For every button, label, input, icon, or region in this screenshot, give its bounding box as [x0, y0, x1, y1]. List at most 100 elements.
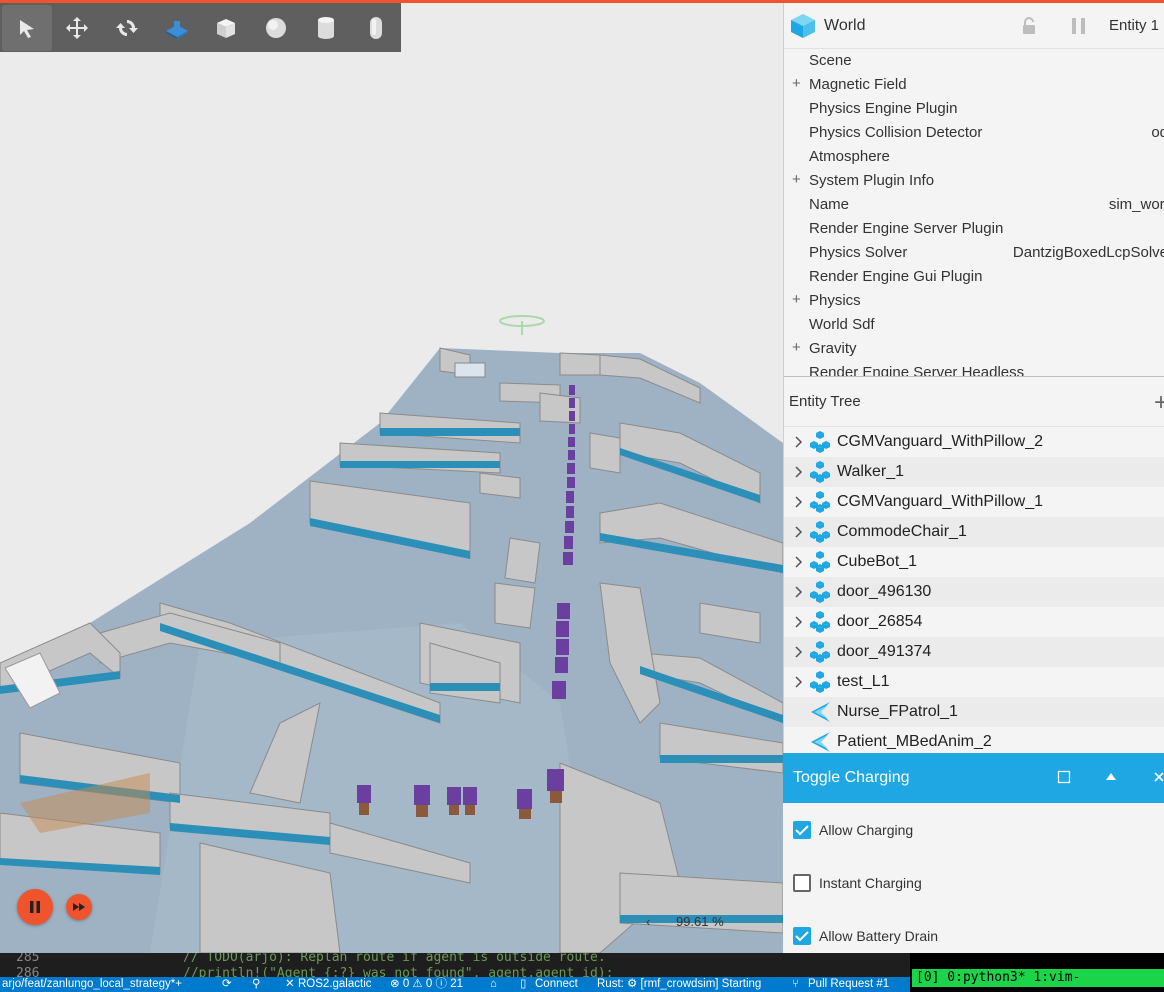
ros-close-icon[interactable]: ✕ — [285, 977, 295, 992]
model-icon — [808, 580, 832, 609]
chevron-right-icon[interactable] — [795, 465, 803, 483]
chevron-right-icon[interactable] — [795, 525, 803, 543]
expand-plus-icon[interactable]: + — [792, 339, 801, 356]
code-editor-strip: 285 // TODO(arjo): Replan route if agent… — [0, 953, 910, 977]
code-line: // TODO(arjo): Replan route if agent is … — [183, 953, 606, 965]
property-row[interactable]: Render Engine Server Plugin — [784, 217, 1164, 241]
rust-status[interactable]: Rust: ⚙ [rmf_crowdsim] Starting — [597, 977, 761, 992]
lock-open-icon[interactable] — [1022, 17, 1036, 35]
pull-request[interactable]: Pull Request #1 — [808, 977, 889, 992]
world-header: World Entity 1 — [784, 3, 1164, 49]
problems-count[interactable]: ⊗ 0 ⚠ 0 ⓘ 21 — [390, 977, 463, 992]
chevron-right-icon[interactable] — [795, 585, 803, 603]
ros-distro[interactable]: ROS2.galactic — [298, 977, 372, 992]
box-shape-button[interactable] — [202, 5, 252, 51]
property-row[interactable]: + System Plugin Info — [784, 169, 1164, 193]
model-icon — [808, 610, 832, 639]
property-row[interactable]: Atmosphere — [784, 145, 1164, 169]
property-row[interactable]: Name sim_worl — [784, 193, 1164, 217]
select-tool-button[interactable] — [2, 4, 52, 51]
home-icon[interactable]: ⌂ — [490, 977, 497, 992]
pull-request-icon[interactable]: ⑂ — [792, 977, 799, 992]
expand-plus-icon[interactable]: + — [792, 171, 801, 188]
git-branch[interactable]: arjo/feat/zanlungo_local_strategy*+ — [2, 977, 182, 992]
scene-render — [0, 315, 783, 953]
entity-tree-item[interactable]: Nurse_FPatrol_1 — [784, 697, 1164, 727]
property-row[interactable]: + Physics — [784, 289, 1164, 313]
chevron-right-icon[interactable] — [795, 555, 803, 573]
vscode-status-bar: arjo/feat/zanlungo_local_strategy*+ ⟳ ⚲ … — [0, 977, 910, 992]
chevron-right-icon[interactable] — [795, 615, 803, 633]
tmux-status-bar[interactable]: [0] 0:python3* 1:vim- — [912, 969, 1164, 987]
property-label: Physics Engine Plugin — [809, 100, 958, 117]
charging-option-label: Instant Charging — [819, 874, 922, 891]
property-row[interactable]: Physics Solver DantzigBoxedLcpSolve — [784, 241, 1164, 265]
sphere-shape-button[interactable] — [251, 5, 301, 51]
property-label: Gravity — [809, 340, 857, 357]
expand-plus-icon[interactable]: + — [792, 75, 801, 92]
playback-controls — [17, 889, 92, 925]
spawn-model-button[interactable] — [152, 5, 202, 51]
close-icon[interactable] — [1153, 770, 1164, 784]
entity-tree-item[interactable]: door_491374 — [784, 637, 1164, 667]
source-control-icon[interactable]: ⚲ — [252, 977, 260, 992]
property-row[interactable]: Render Engine Gui Plugin — [784, 265, 1164, 289]
world-title: World — [824, 16, 866, 34]
step-forward-button[interactable] — [66, 894, 92, 920]
property-row[interactable]: + Gravity — [784, 337, 1164, 361]
3d-viewport[interactable] — [0, 3, 783, 953]
chevron-right-icon[interactable] — [795, 435, 803, 453]
collapse-up-icon[interactable] — [1105, 770, 1117, 784]
checkbox-checked[interactable] — [793, 820, 811, 839]
translate-tool-button[interactable] — [52, 5, 102, 51]
capsule-shape-icon — [370, 16, 383, 39]
entity-tree-item[interactable]: CGMVanguard_WithPillow_2 — [784, 427, 1164, 457]
property-value: sim_worl — [1108, 196, 1164, 213]
property-label: Name — [809, 196, 850, 213]
charging-option-row[interactable]: Allow Charging — [783, 803, 1164, 856]
sync-icon[interactable]: ⟳ — [222, 977, 232, 992]
checkbox-checked[interactable] — [793, 926, 811, 945]
entity-tree-item[interactable]: door_26854 — [784, 607, 1164, 637]
add-entity-plus-icon[interactable]: + — [1154, 389, 1164, 417]
pause-button[interactable] — [17, 889, 53, 925]
entity-tree-item[interactable]: CubeBot_1 — [784, 547, 1164, 577]
entity-tree-item[interactable]: door_496130 — [784, 577, 1164, 607]
chevron-right-icon[interactable] — [795, 645, 803, 663]
tmux-terminal: [0] 0:python3* 1:vim- — [910, 953, 1164, 992]
checkbox-unchecked[interactable] — [793, 873, 811, 892]
fast-forward-icon — [73, 903, 85, 911]
pause-updates-icon[interactable] — [1071, 17, 1087, 35]
entity-id-label: Entity 1 — [1109, 17, 1160, 34]
maximize-icon[interactable] — [1057, 770, 1071, 784]
property-row[interactable]: Physics Engine Plugin — [784, 97, 1164, 121]
capsule-shape-button[interactable] — [351, 5, 401, 51]
charging-option-row[interactable]: Instant Charging — [783, 856, 1164, 909]
cylinder-shape-button[interactable] — [301, 5, 351, 51]
toggle-charging-panel: Toggle Charging Allow Charging Instant Ch… — [783, 753, 1164, 953]
chevron-right-icon[interactable] — [795, 675, 803, 693]
property-label: Scene — [809, 52, 852, 69]
world-properties-list: Scene + Magnetic Field Physics Engine Plugi… — [784, 49, 1164, 377]
entity-tree-item[interactable]: Walker_1 — [784, 457, 1164, 487]
connect-status[interactable]: Connect — [535, 977, 578, 992]
entity-tree-item[interactable]: CGMVanguard_WithPillow_1 — [784, 487, 1164, 517]
entity-tree-label: test_L1 — [837, 673, 890, 690]
entity-tree-label: Patient_MBedAnim_2 — [837, 733, 992, 750]
property-row[interactable]: Physics Collision Detector od — [784, 121, 1164, 145]
rotate-tool-button[interactable] — [102, 5, 152, 51]
entity-tree-item[interactable]: CommodeChair_1 — [784, 517, 1164, 547]
property-row[interactable]: World Sdf — [784, 313, 1164, 337]
pause-icon — [30, 901, 40, 913]
database-icon[interactable]: ▯ — [520, 977, 526, 992]
property-row[interactable]: + Magnetic Field — [784, 73, 1164, 97]
chevron-right-icon[interactable] — [795, 495, 803, 513]
property-row[interactable]: Scene — [784, 49, 1164, 73]
property-row[interactable]: Render Engine Server Headless — [784, 361, 1164, 376]
model-icon — [808, 490, 832, 519]
sphere-shape-icon — [266, 17, 287, 38]
viewport-toolbar — [0, 3, 401, 52]
expand-plus-icon[interactable]: + — [792, 291, 801, 308]
entity-tree-item[interactable]: test_L1 — [784, 667, 1164, 697]
rtf-expand-arrow[interactable]: ‹ — [646, 914, 650, 929]
